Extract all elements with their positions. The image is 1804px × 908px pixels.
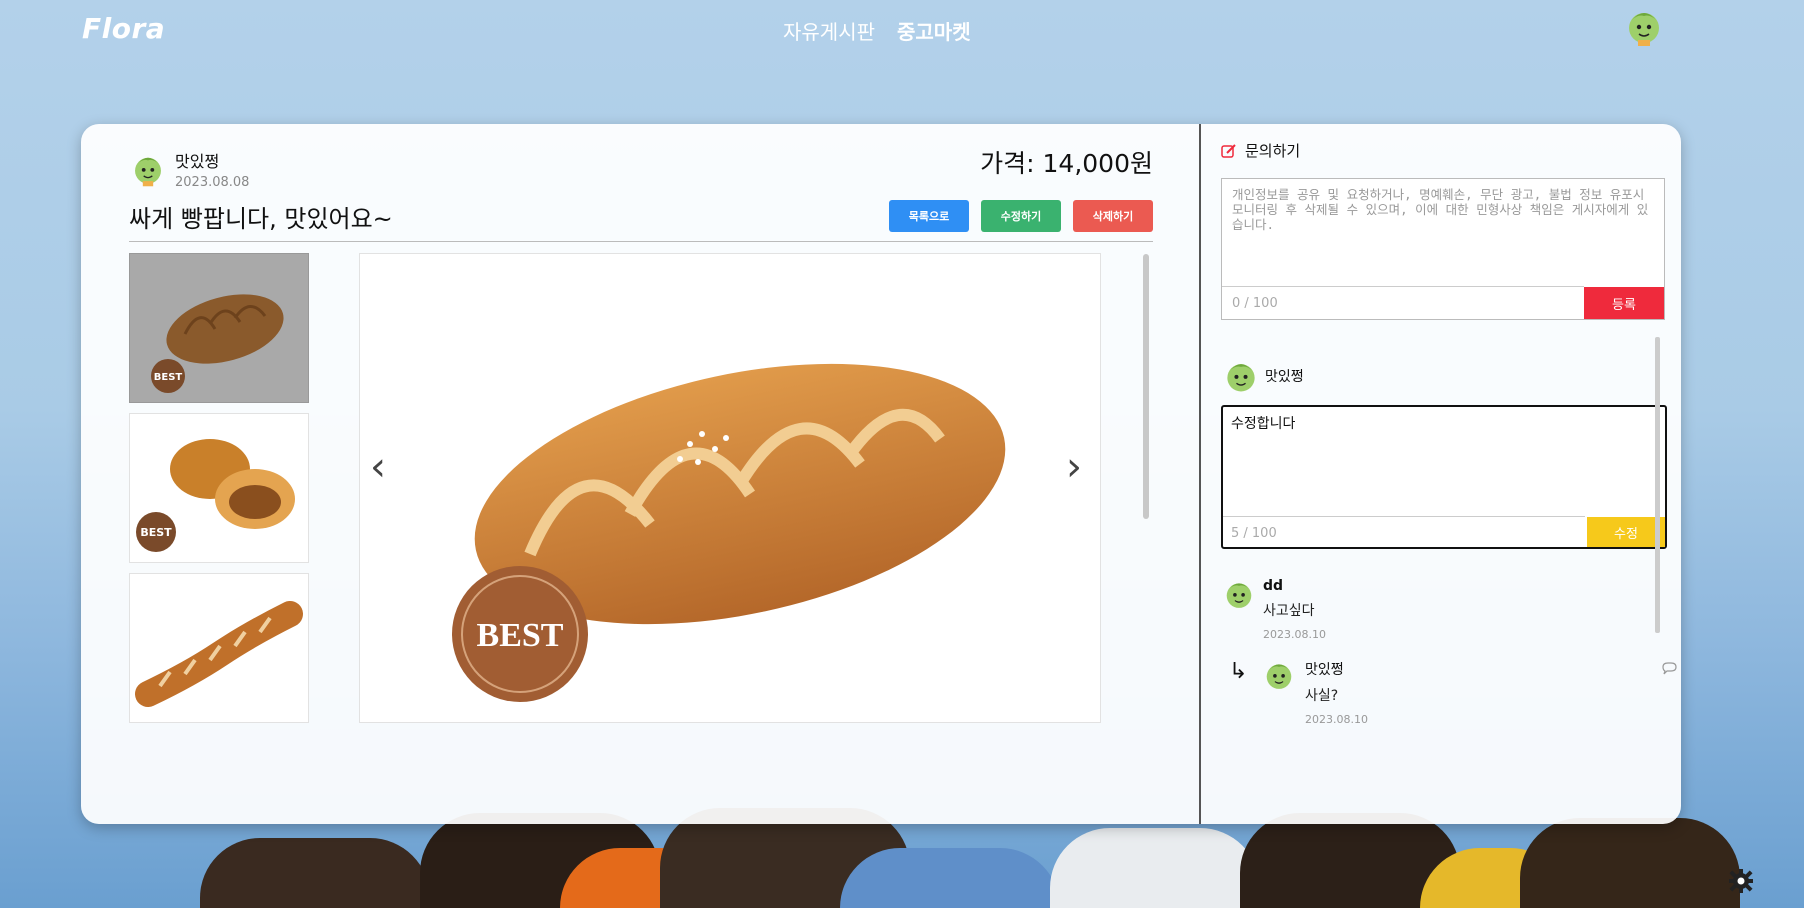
curry-bread-image: BEST	[136, 439, 295, 552]
reply-icon[interactable]	[1661, 660, 1678, 677]
reply-author: 맛있쩡	[1305, 662, 1344, 678]
thumbnail-twisted-bread[interactable]	[129, 573, 309, 723]
edit-post-button[interactable]: 수정하기	[981, 200, 1061, 232]
reply-arrow-icon: ↳	[1229, 659, 1248, 684]
prev-image-arrow[interactable]: ‹	[370, 444, 386, 490]
comment-date: 2023.08.10	[1263, 628, 1326, 641]
nav-item-used-market[interactable]: 중고마켓	[897, 16, 971, 45]
edit-comment-form: 수정합니다 5 / 100 수정	[1221, 405, 1667, 549]
post-actions: 목록으로 수정하기 삭제하기	[889, 200, 1153, 232]
inquiry-form: 개인정보를 공유 및 요청하거나, 명예훼손, 무단 광고, 불법 정보 유포시…	[1221, 178, 1665, 320]
comments-scrollbar[interactable]	[1655, 337, 1660, 633]
post-author: 맛있쩡 2023.08.08	[129, 148, 249, 190]
comment-avatar	[1226, 583, 1252, 608]
edit-char-count: 5 / 100	[1231, 526, 1277, 541]
comment-item: dd 사고싶다 2023.08.10	[1263, 578, 1326, 641]
post-card: 맛있쩡 2023.08.08 가격: 14,000원 싸게 빵팝니다, 맛있어요…	[81, 124, 1681, 824]
inquiry-char-count: 0 / 100	[1232, 296, 1278, 311]
next-image-arrow[interactable]: ›	[1066, 444, 1082, 490]
post-price: 가격: 14,000원	[980, 149, 1153, 178]
pencil-square-icon	[1221, 143, 1236, 158]
post-title: 싸게 빵팝니다, 맛있어요~	[129, 205, 393, 233]
submit-inquiry-button[interactable]: 등록	[1584, 287, 1664, 319]
author-avatar	[135, 157, 161, 187]
salt-bread-large-image: BEST	[452, 363, 1006, 702]
author-name: 맛있쩡	[175, 152, 220, 171]
reply-actions	[1661, 660, 1681, 677]
nav-item-free-board[interactable]: 자유게시판	[783, 16, 875, 45]
twisted-bread-image	[135, 601, 303, 707]
reply-text: 사실?	[1305, 688, 1339, 704]
editing-author-name: 맛있쩡	[1265, 369, 1304, 385]
inquiry-header: 문의하기	[1221, 140, 1300, 161]
thumbnail-salt-bread[interactable]: BEST	[129, 253, 309, 403]
best-badge: BEST	[477, 617, 564, 654]
reply-item: 맛있쩡 사실? 2023.08.10	[1305, 659, 1368, 726]
best-badge: BEST	[154, 372, 183, 383]
edit-comment-textarea[interactable]: 수정합니다	[1231, 413, 1295, 433]
gear-icon[interactable]	[1728, 868, 1754, 894]
comment-author: dd	[1263, 578, 1284, 594]
comment-avatar	[1266, 664, 1292, 689]
list-button[interactable]: 목록으로	[889, 200, 969, 232]
inquiry-textarea[interactable]: 개인정보를 공유 및 요청하거나, 명예훼손, 무단 광고, 불법 정보 유포시…	[1232, 187, 1656, 232]
delete-post-button[interactable]: 삭제하기	[1073, 200, 1153, 232]
reply-date: 2023.08.10	[1305, 713, 1368, 726]
edit-separator	[1223, 516, 1585, 517]
nav-menu: 자유게시판 중고마켓	[783, 16, 971, 45]
comment-text: 사고싶다	[1263, 603, 1315, 619]
top-nav: Flora 자유게시판 중고마켓	[0, 0, 1804, 60]
user-avatar[interactable]	[1622, 4, 1666, 48]
editing-comment-author: 맛있쩡	[1221, 356, 1304, 396]
post-date: 2023.08.08	[175, 175, 250, 190]
inquiry-title: 문의하기	[1245, 142, 1301, 160]
inquiry-panel: 문의하기 개인정보를 공유 및 요청하거나, 명예훼손, 무단 광고, 불법 정…	[1201, 124, 1681, 824]
save-edit-button[interactable]: 수정	[1587, 517, 1665, 547]
comment-avatar	[1227, 364, 1255, 392]
main-image-viewer: BEST ‹ ›	[359, 253, 1101, 723]
title-divider	[129, 241, 1153, 242]
app-logo[interactable]: Flora	[82, 12, 165, 45]
best-badge: BEST	[140, 526, 172, 539]
gallery-scrollbar[interactable]	[1143, 254, 1149, 519]
salt-bread-image: BEST	[151, 294, 284, 393]
inquiry-separator	[1222, 286, 1584, 287]
thumbnail-curry-bread[interactable]: BEST	[129, 413, 309, 563]
post-detail: 맛있쩡 2023.08.08 가격: 14,000원 싸게 빵팝니다, 맛있어요…	[81, 124, 1199, 824]
